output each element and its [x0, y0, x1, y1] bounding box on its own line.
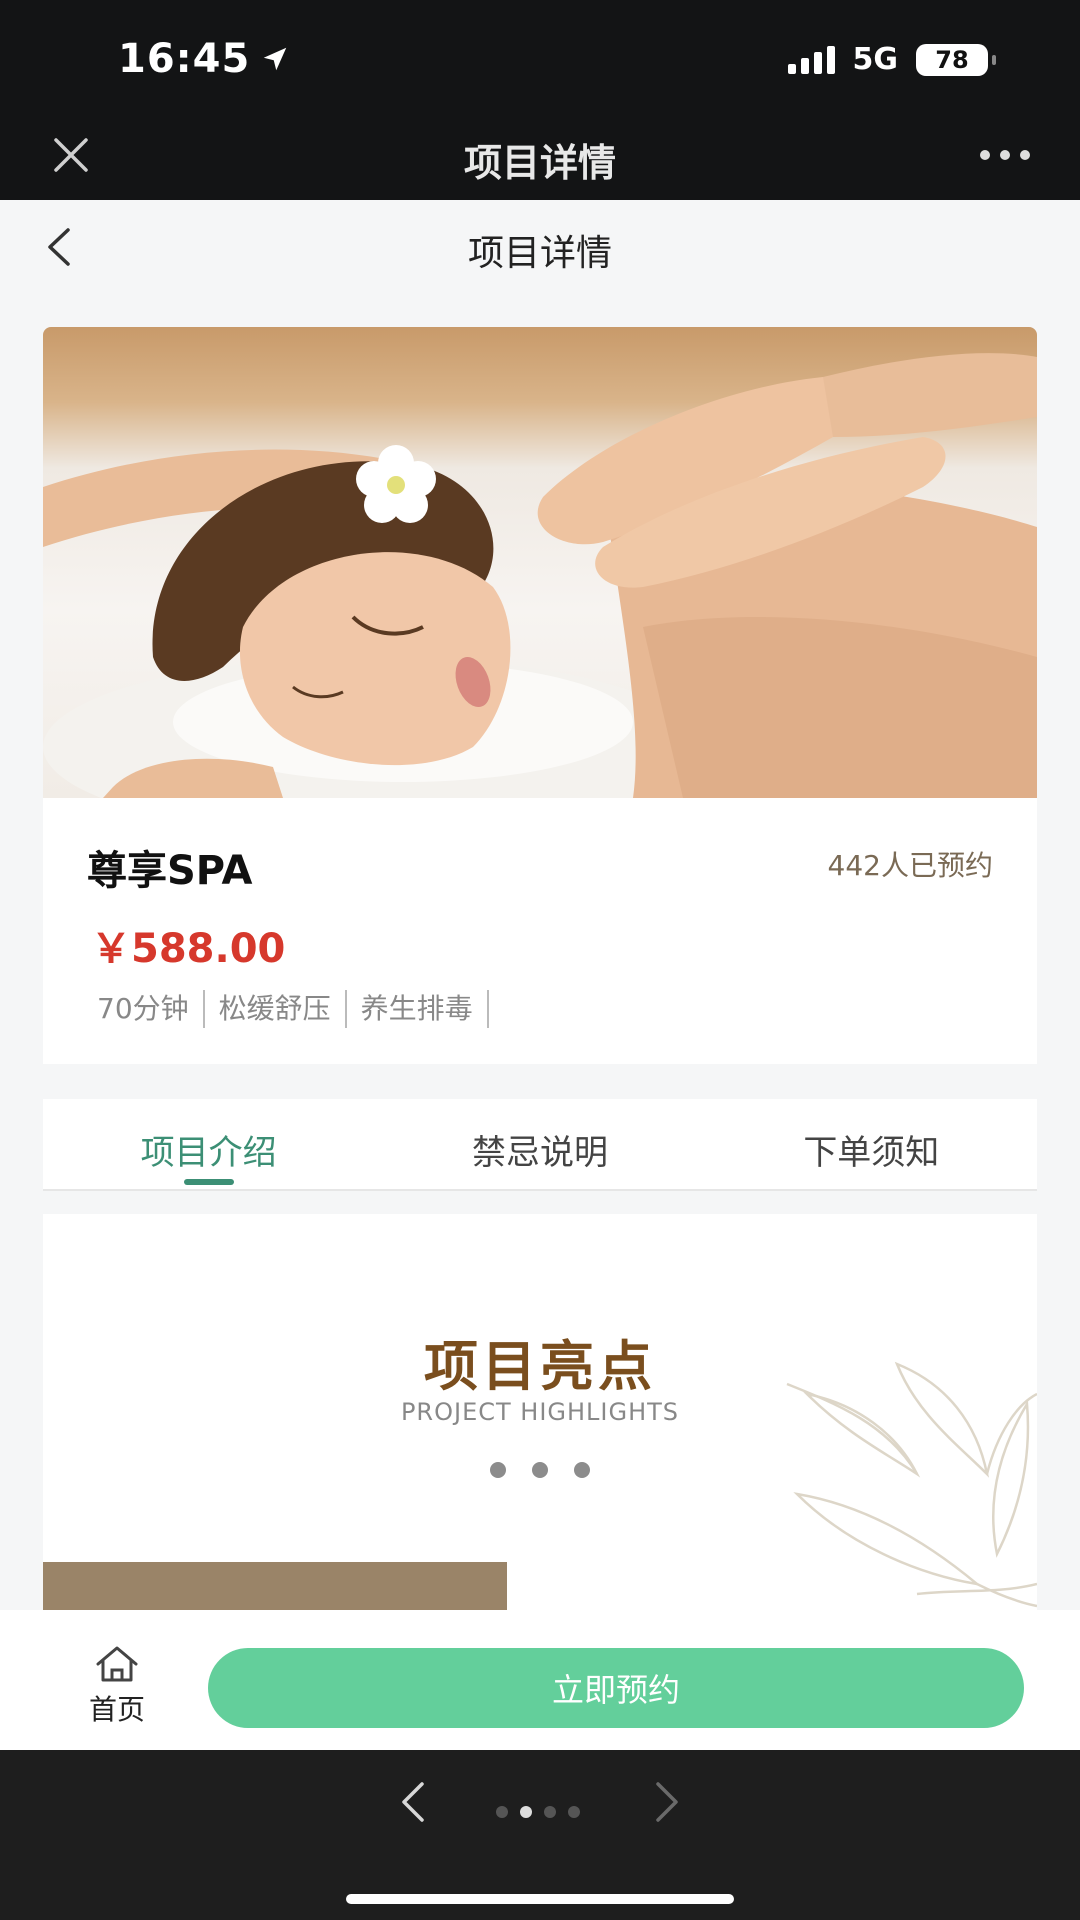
tab-contraindications[interactable]: 禁忌说明 — [374, 1099, 705, 1189]
tag-detox: 养生排毒 — [361, 990, 489, 1028]
page-dot — [496, 1806, 508, 1818]
highlights-dots — [43, 1462, 1037, 1478]
nav-back-icon[interactable] — [398, 1780, 428, 1824]
highlights-section: 项目亮点 PROJECT HIGHLIGHTS — [43, 1214, 1037, 1610]
highlights-image-band — [43, 1562, 507, 1610]
signal-icon — [787, 45, 835, 74]
page-dot — [544, 1806, 556, 1818]
book-now-button[interactable]: 立即预约 — [208, 1648, 1024, 1728]
tab-order-notice[interactable]: 下单须知 — [706, 1099, 1037, 1189]
battery-level: 78 — [935, 45, 969, 74]
network-type: 5G — [852, 42, 899, 77]
project-name: 尊享SPA — [87, 848, 253, 894]
battery-icon: 78 — [916, 43, 996, 76]
status-time: 16:45 — [118, 36, 290, 82]
detail-tabs: 项目介绍 禁忌说明 下单须知 — [43, 1099, 1037, 1191]
bottom-action-bar: 首页 立即预约 — [0, 1610, 1080, 1750]
home-indicator — [346, 1894, 734, 1904]
time-text: 16:45 — [118, 36, 251, 82]
home-icon — [96, 1646, 138, 1682]
page-title: 项目详情 — [467, 233, 612, 274]
page-dots — [496, 1806, 580, 1818]
wechat-title-bar: 项目详情 — [0, 112, 1080, 200]
nav-forward-icon[interactable] — [652, 1780, 682, 1824]
status-indicators: 5G 78 — [787, 42, 996, 77]
highlights-subtitle: PROJECT HIGHLIGHTS — [400, 1398, 680, 1426]
browser-nav-bar — [0, 1750, 1080, 1920]
page-header: 项目详情 — [0, 200, 1080, 292]
highlights-title: 项目亮点 — [424, 1335, 656, 1398]
tab-introduction[interactable]: 项目介绍 — [43, 1099, 374, 1189]
home-label: 首页 — [88, 1693, 145, 1726]
page-dot — [520, 1806, 532, 1818]
project-price: ￥588.00 — [91, 926, 286, 972]
hero-image — [43, 327, 1037, 798]
project-info-card: 尊享SPA 442人已预约 ￥588.00 70分钟 松缓舒压 养生排毒 — [43, 798, 1037, 1064]
home-button[interactable]: 首页 — [62, 1644, 172, 1734]
wechat-title: 项目详情 — [463, 141, 616, 185]
page-dot — [568, 1806, 580, 1818]
booked-count: 442人已预约 — [827, 849, 993, 882]
location-arrow-icon — [264, 47, 287, 71]
tag-relax: 松缓舒压 — [219, 990, 347, 1028]
more-dots-icon[interactable] — [980, 150, 1030, 160]
project-tags: 70分钟 松缓舒压 养生排毒 — [97, 990, 503, 1028]
status-bar: 16:45 5G 78 — [0, 0, 1080, 112]
spa-massage-illustration — [43, 353, 1037, 798]
tag-duration: 70分钟 — [97, 990, 205, 1028]
